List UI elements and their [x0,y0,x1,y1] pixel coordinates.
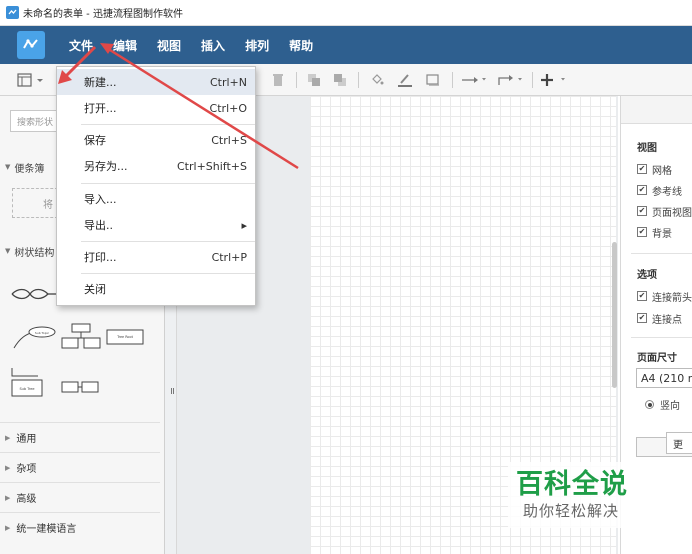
watermark-title: 百科全说 [516,469,628,500]
tree-root-label: Tree Root [116,335,133,339]
checkbox-checked-icon: ✔ [637,291,647,301]
menu-item-print[interactable]: 打印... Ctrl+P [57,244,255,270]
menu-item-import[interactable]: 导入... [57,186,255,212]
connection-arrows-checkbox[interactable]: ✔ 连接箭头 [637,289,692,304]
menu-item-new[interactable]: 新建... Ctrl+N [57,69,255,95]
connection-points-checkbox[interactable]: ✔ 连接点 [637,311,682,326]
grid-checkbox[interactable]: ✔ 网格 [637,162,672,177]
format-tab-bar [621,96,692,124]
checkbox-checked-icon: ✔ [637,185,647,195]
chevron-down-icon: ▼ [5,163,11,171]
menu-bar: 文件 编辑 视图 插入 排列 帮助 [0,26,692,64]
menu-file[interactable]: 文件 [59,26,103,64]
menu-arrange[interactable]: 排列 [235,26,279,64]
radio-selected-icon [645,400,654,409]
checkbox-checked-icon: ✔ [637,206,647,216]
sidebar-item-advanced[interactable]: ▶ 高级 [0,482,160,512]
menu-view[interactable]: 视图 [147,26,191,64]
window-title: 未命名的表单 - 迅捷流程图制作软件 [23,9,183,20]
menu-item-export[interactable]: 导出.. ▸ [57,212,255,238]
menu-help[interactable]: 帮助 [279,26,323,64]
file-menu-dropdown: 新建... Ctrl+N 打开... Ctrl+O 保存 Ctrl+S 另存为.… [56,66,256,306]
scratchpad-dropzone[interactable]: 将 [12,188,58,218]
view-heading: 视图 [637,143,657,154]
guides-checkbox[interactable]: ✔ 参考线 [637,183,682,198]
more-button[interactable]: 更 [666,432,692,454]
menu-item-open[interactable]: 打开... Ctrl+O [57,95,255,121]
menu-item-save-as[interactable]: 另存为... Ctrl+Shift+S [57,153,255,179]
sidebar-item-general[interactable]: ▶ 通用 [0,422,160,452]
app-logo-icon[interactable] [17,31,45,59]
page-size-select[interactable]: A4 (210 mm [636,368,692,388]
line-color-icon[interactable] [396,70,414,90]
chevron-right-icon: ▶ [5,433,11,442]
submenu-arrow-icon: ▸ [241,218,247,232]
chevron-right-icon: ▶ [5,523,11,532]
sidebar-item-uml[interactable]: ▶ 统一建模语言 [0,512,160,542]
menu-item-save[interactable]: 保存 Ctrl+S [57,127,255,153]
page-size-heading: 页面尺寸 [637,353,677,364]
insert-plus-icon[interactable] [540,70,572,90]
menu-insert[interactable]: 插入 [191,26,235,64]
vertical-scrollbar[interactable] [612,242,617,388]
chevron-down-icon: ▼ [5,247,11,255]
checkbox-checked-icon: ✔ [637,313,647,323]
waypoints-icon[interactable] [496,70,526,90]
portrait-radio[interactable]: 竖向 [645,397,680,412]
menu-edit[interactable]: 编辑 [103,26,147,64]
title-bar: 未命名的表单 - 迅捷流程图制作软件 [0,0,692,26]
sub-topic-label: Sub Topic [35,331,50,335]
shadow-icon[interactable] [424,70,442,90]
page-view-checkbox[interactable]: ✔ 页面视图 [637,204,692,219]
watermark-subtitle: 助你轻松解决 [523,502,620,520]
options-heading: 选项 [637,270,657,281]
menu-item-close[interactable]: 关闭 [57,276,255,302]
checkbox-checked-icon: ✔ [637,164,647,174]
to-back-icon[interactable] [332,70,348,90]
checkbox-checked-icon: ✔ [637,227,647,237]
watermark: 百科全说 助你轻松解决 [508,462,668,528]
sidebar-item-misc[interactable]: ▶ 杂项 [0,452,160,482]
chevron-right-icon: ▶ [5,493,11,502]
chevron-right-icon: ▶ [5,463,11,472]
panel-toggle-button[interactable] [14,70,48,90]
to-front-icon[interactable] [306,70,322,90]
sub-tree-label: Sub Tree [19,387,34,391]
background-checkbox[interactable]: ✔ 背景 [637,225,672,240]
connection-style-icon[interactable] [460,70,490,90]
delete-icon[interactable] [270,70,286,90]
app-icon [6,6,19,19]
fill-color-icon[interactable] [368,70,386,90]
